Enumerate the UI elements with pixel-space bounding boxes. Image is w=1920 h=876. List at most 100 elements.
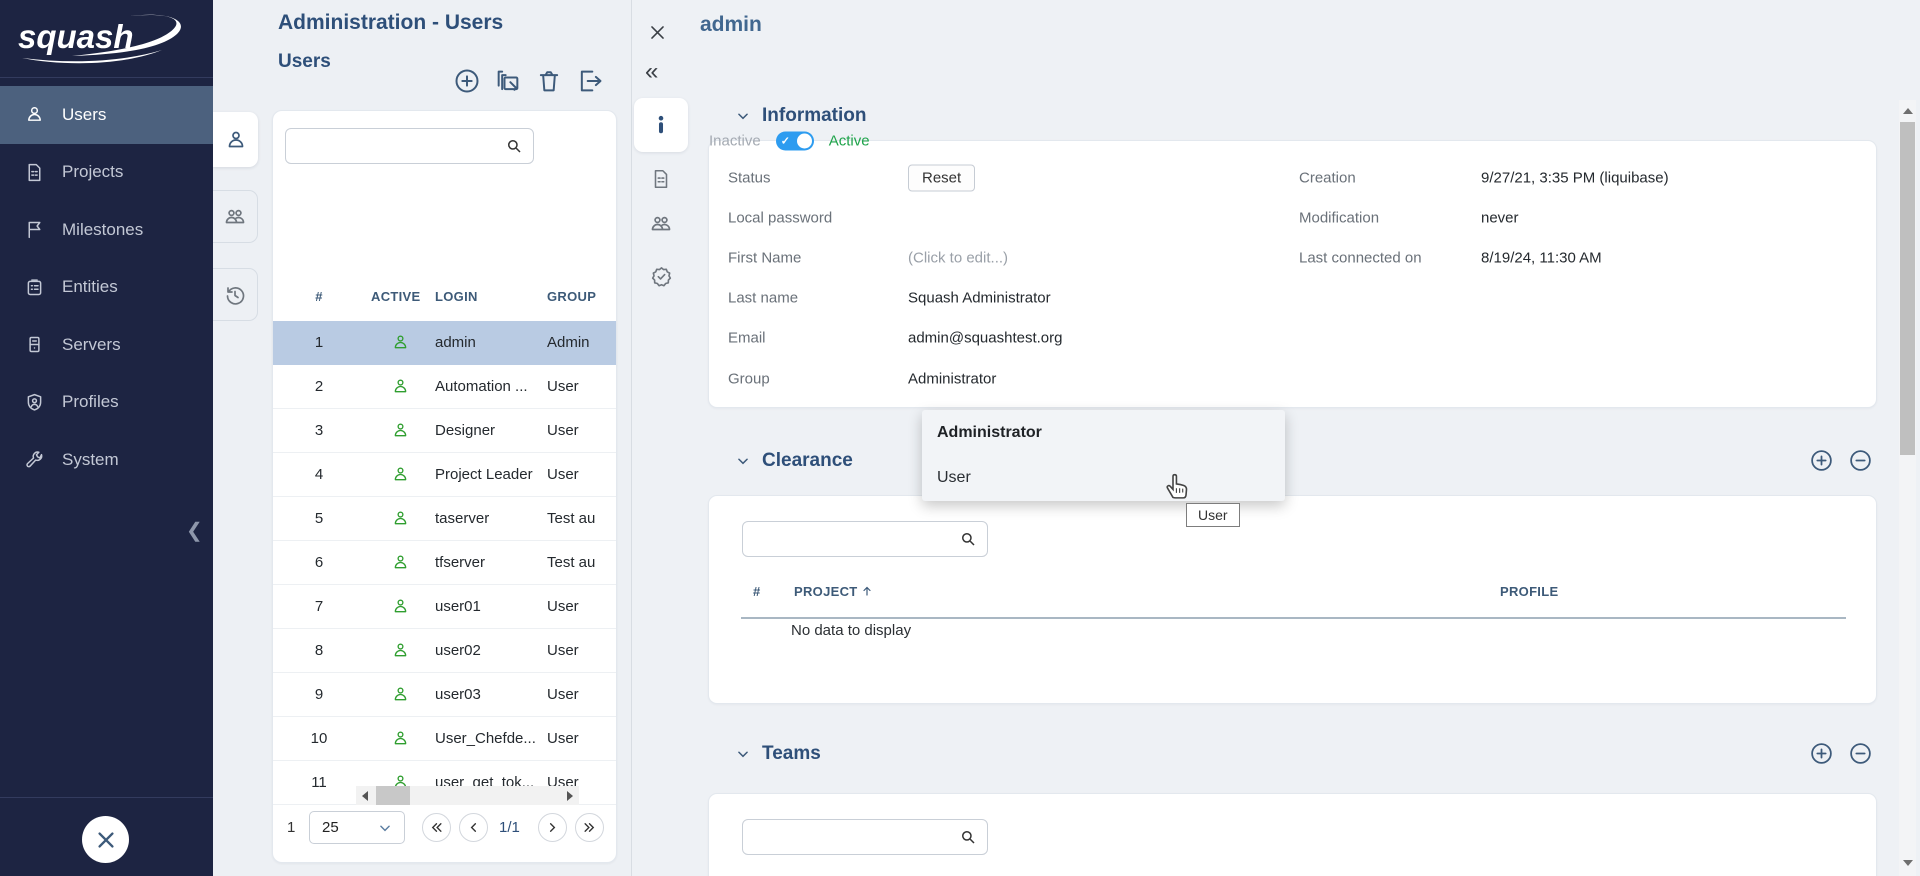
row-num: 9 xyxy=(273,686,365,703)
information-card: Status Inactive ✓ Active Local password … xyxy=(708,140,1877,408)
detail-tab-information[interactable] xyxy=(634,98,688,152)
column-header-group[interactable]: GROUP xyxy=(547,289,617,315)
row-num: 10 xyxy=(273,730,365,747)
sidebar-item-profiles[interactable]: Profiles xyxy=(0,374,213,432)
horizontal-scrollbar-thumb[interactable] xyxy=(376,786,410,805)
pagination-bar: 1 25 1/1 xyxy=(273,811,617,847)
chevron-down-icon[interactable] xyxy=(736,747,750,761)
search-icon[interactable] xyxy=(959,828,977,846)
add-team-button[interactable] xyxy=(1809,741,1834,766)
sidebar-collapse-icon[interactable]: ❮ xyxy=(186,518,203,543)
horizontal-scrollbar[interactable] xyxy=(356,786,579,805)
remove-clearance-button[interactable] xyxy=(1848,448,1873,473)
detail-tab-teams[interactable] xyxy=(634,197,688,251)
sidebar-item-system[interactable]: System xyxy=(0,431,213,489)
search-icon[interactable] xyxy=(959,530,977,548)
sort-asc-icon xyxy=(861,585,873,597)
row-num: 7 xyxy=(273,598,365,615)
sidebar-item-servers[interactable]: Servers xyxy=(0,316,213,374)
row-group: User xyxy=(547,642,617,659)
users-search xyxy=(285,128,534,164)
column-header-project[interactable]: PROJECT xyxy=(794,584,873,599)
table-row[interactable]: 5taserverTest au xyxy=(273,497,617,541)
row-login: Designer xyxy=(435,422,547,439)
sidebar-item-entities[interactable]: Entities xyxy=(0,259,213,317)
teams-search-input[interactable] xyxy=(743,820,987,854)
column-header-active[interactable]: ACTIVE xyxy=(365,289,435,315)
reset-password-button[interactable]: Reset xyxy=(908,165,975,192)
prev-page-button[interactable] xyxy=(459,813,488,842)
detail-title: admin xyxy=(700,13,762,37)
table-row[interactable]: 3DesignerUser xyxy=(273,409,617,453)
remove-team-button[interactable] xyxy=(1848,741,1873,766)
logo-text: squash xyxy=(18,18,134,55)
badge-check-icon xyxy=(650,265,673,288)
sidebar-item-milestones[interactable]: Milestones xyxy=(0,201,213,259)
rail-tab-teams[interactable] xyxy=(213,190,258,243)
first-name-value[interactable]: (Click to edit...) xyxy=(908,250,1008,267)
dropdown-option-administrator[interactable]: Administrator xyxy=(922,410,1285,455)
rail-tab-users[interactable] xyxy=(213,112,258,167)
add-clearance-button[interactable] xyxy=(1809,448,1834,473)
table-row[interactable]: 8user02User xyxy=(273,629,617,673)
last-connected-value: 8/19/24, 11:30 AM xyxy=(1481,250,1602,267)
user-active-icon xyxy=(365,729,435,748)
info-icon xyxy=(650,114,672,136)
column-header-num[interactable]: # xyxy=(273,289,365,315)
column-header-profile[interactable]: PROFILE xyxy=(1500,584,1558,599)
dropdown-option-user[interactable]: User xyxy=(922,455,1285,500)
table-row[interactable]: 2Automation ...User xyxy=(273,365,617,409)
chevron-down-icon[interactable] xyxy=(736,454,750,468)
last-page-button[interactable] xyxy=(575,813,604,842)
table-row[interactable]: 10User_Chefde...User xyxy=(273,717,617,761)
last-name-value[interactable]: Squash Administrator xyxy=(908,290,1051,307)
next-page-button[interactable] xyxy=(538,813,567,842)
field-label: Email xyxy=(728,330,766,347)
status-active-label: Active xyxy=(829,133,870,150)
sidebar-item-users[interactable]: Users xyxy=(0,86,213,144)
status-toggle[interactable]: ✓ xyxy=(776,132,814,151)
sidebar-item-label: Users xyxy=(62,105,106,125)
field-label: Modification xyxy=(1299,210,1379,227)
chevron-down-icon[interactable] xyxy=(736,109,750,123)
search-icon[interactable] xyxy=(505,137,523,155)
scroll-down-icon[interactable] xyxy=(1903,860,1913,866)
column-header-login[interactable]: LOGIN xyxy=(435,289,547,315)
close-icon xyxy=(648,23,667,42)
user-detail-panel: « admin Information Status Inactiv xyxy=(632,0,1920,876)
exit-administration-button[interactable] xyxy=(82,816,129,863)
vertical-scrollbar-thumb[interactable] xyxy=(1900,122,1915,455)
scroll-left-icon[interactable] xyxy=(362,791,368,801)
export-button[interactable] xyxy=(576,67,604,95)
clearance-actions xyxy=(1809,448,1873,473)
page-size-select[interactable]: 25 xyxy=(309,811,405,844)
clipboard-icon xyxy=(24,277,45,298)
table-row[interactable]: 6tfserverTest au xyxy=(273,541,617,585)
group-value[interactable]: Administrator xyxy=(908,371,996,388)
collapse-panel-icon[interactable]: « xyxy=(645,58,658,86)
email-value[interactable]: admin@squashtest.org xyxy=(908,330,1062,347)
table-row[interactable]: 4Project LeaderUser xyxy=(273,453,617,497)
add-user-button[interactable] xyxy=(453,67,481,95)
close-detail-button[interactable] xyxy=(648,23,667,47)
clearance-section-header: Clearance xyxy=(736,448,853,474)
scroll-up-icon[interactable] xyxy=(1903,108,1913,114)
table-row[interactable]: 7user01User xyxy=(273,585,617,629)
sidebar-item-projects[interactable]: Projects xyxy=(0,144,213,202)
table-row[interactable]: 1adminAdmin xyxy=(273,321,617,365)
column-header-num[interactable]: # xyxy=(753,584,761,599)
users-search-input[interactable] xyxy=(286,129,533,163)
user-active-icon xyxy=(365,465,435,484)
scroll-right-icon[interactable] xyxy=(567,791,573,801)
rail-tab-history[interactable] xyxy=(213,268,258,321)
detail-tab-permissions[interactable] xyxy=(634,249,688,303)
row-group: Test au xyxy=(547,554,617,571)
vertical-scrollbar[interactable] xyxy=(1899,100,1916,876)
row-login: tfserver xyxy=(435,554,547,571)
mass-edit-button[interactable] xyxy=(494,67,522,95)
first-page-button[interactable] xyxy=(422,813,451,842)
clearance-search-input[interactable] xyxy=(743,522,987,556)
delete-user-button[interactable] xyxy=(535,67,563,95)
server-icon xyxy=(24,334,45,355)
table-row[interactable]: 9user03User xyxy=(273,673,617,717)
